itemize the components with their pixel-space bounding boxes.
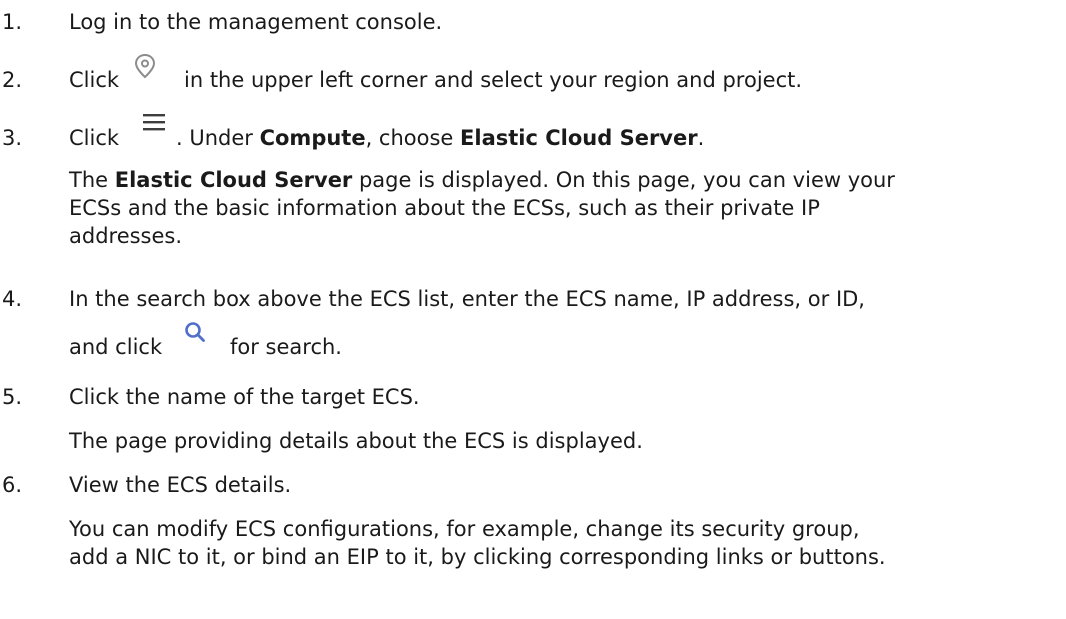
- text-segment: The: [69, 168, 115, 192]
- step-text-after-icon: in the upper left corner and select your…: [184, 68, 803, 92]
- step-text: Log in to the management console.: [69, 10, 443, 34]
- step-text: View the ECS details.: [69, 473, 292, 497]
- step-number: 3.: [2, 126, 23, 150]
- menu-path-ecs: Elastic Cloud Server: [460, 126, 698, 150]
- text-segment: page is displayed. On this page, you can…: [352, 168, 895, 192]
- text-segment: . Under: [176, 126, 260, 150]
- step-number: 1.: [2, 10, 23, 34]
- step-text-before-icon: Click: [69, 126, 120, 150]
- page-name: Elastic Cloud Server: [114, 168, 353, 192]
- step-number: 6.: [2, 473, 23, 497]
- note-line: ECSs and the basic information about the…: [69, 196, 820, 220]
- menu-path-compute: Compute: [259, 126, 366, 150]
- step-number: 4.: [2, 287, 23, 311]
- note-line: You can modify ECS configurations, for e…: [69, 517, 860, 541]
- step-text-before-icon: Click: [69, 68, 120, 92]
- step-text-before-icon: and click: [69, 335, 163, 359]
- location-pin-icon: [134, 53, 156, 79]
- step-text: Click the name of the target ECS.: [69, 385, 420, 409]
- text-segment: .: [697, 126, 705, 150]
- step-number: 2.: [2, 68, 23, 92]
- step-text: In the search box above the ECS list, en…: [69, 287, 865, 311]
- note-line: addresses.: [69, 224, 183, 248]
- menu-hamburger-icon: [143, 114, 165, 131]
- search-icon: [185, 322, 205, 342]
- step-note: The page providing details about the ECS…: [69, 429, 643, 453]
- step-note: The Elastic Cloud Server page is display…: [69, 166, 1059, 250]
- step-text-after-icon: . Under Compute, choose Elastic Cloud Se…: [176, 124, 704, 152]
- step-number: 5.: [2, 385, 23, 409]
- text-segment: , choose: [365, 126, 461, 150]
- note-line: add a NIC to it, or bind an EIP to it, b…: [69, 545, 886, 569]
- step-note: You can modify ECS configurations, for e…: [69, 515, 1059, 571]
- step-text-after-icon: for search.: [230, 335, 342, 359]
